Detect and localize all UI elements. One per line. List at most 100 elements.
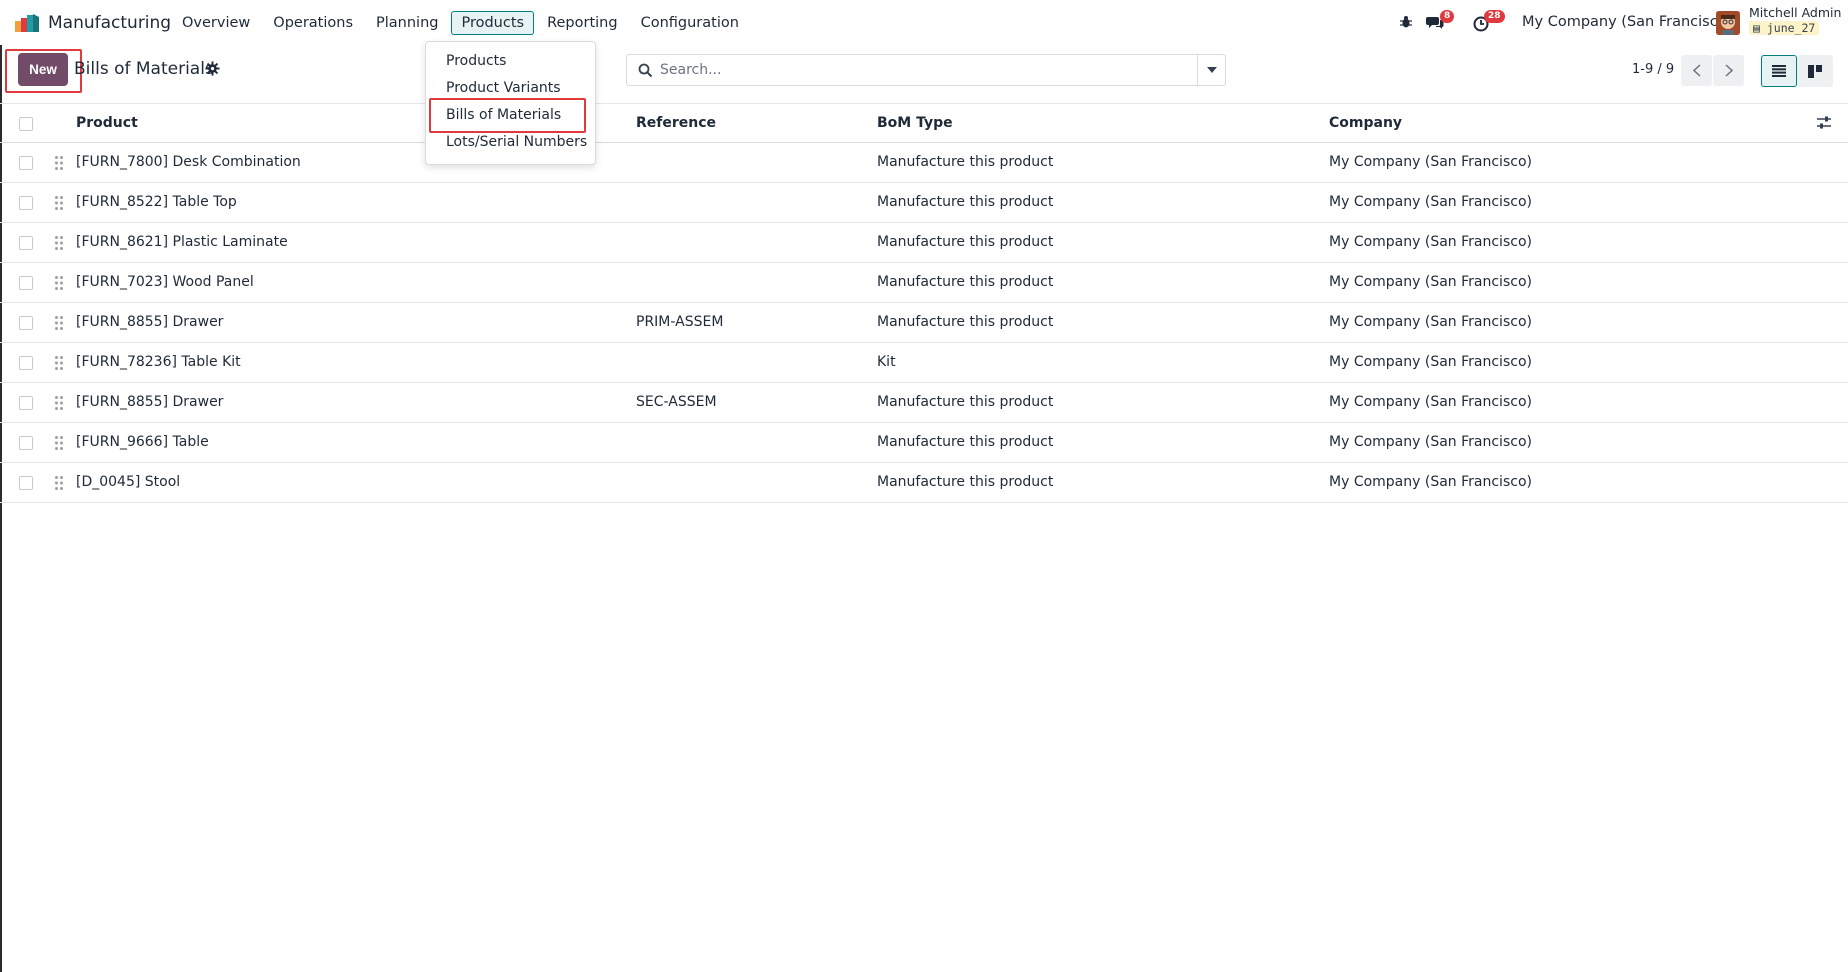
pager-next-button[interactable]: [1713, 55, 1744, 86]
drag-handle-icon[interactable]: [54, 235, 64, 251]
row-checkbox[interactable]: [19, 316, 33, 330]
company-switcher[interactable]: My Company (San Francisco): [1522, 14, 1732, 30]
debug-bug-icon[interactable]: [1399, 15, 1413, 29]
menu-configuration[interactable]: Configuration: [631, 11, 749, 35]
table-row[interactable]: [FURN_9666] Table Manufacture this produ…: [0, 423, 1848, 463]
search-options-toggle[interactable]: [1197, 55, 1225, 85]
activities-count-badge: 28: [1484, 10, 1505, 23]
app-brand[interactable]: Manufacturing: [14, 12, 171, 34]
column-header-company[interactable]: Company: [1329, 115, 1402, 131]
user-avatar[interactable]: [1716, 11, 1740, 35]
pager-previous-button[interactable]: [1681, 55, 1712, 86]
manufacturing-logo-icon: [15, 14, 39, 32]
cell-product: [D_0045] Stool: [76, 474, 181, 490]
column-header-bom-type[interactable]: BoM Type: [877, 115, 953, 131]
cell-bom-type: Manufacture this product: [877, 394, 1054, 410]
list-view-icon: [1772, 65, 1786, 77]
cell-product: [FURN_9666] Table: [76, 434, 209, 450]
search-input[interactable]: [660, 59, 1180, 81]
app-name: Manufacturing: [48, 13, 172, 33]
bom-list: Product Reference BoM Type Company [FURN…: [0, 103, 1848, 503]
user-avatar-icon: [1716, 11, 1740, 35]
cell-product: [FURN_78236] Table Kit: [76, 354, 241, 370]
cell-company: My Company (San Francisco): [1329, 354, 1532, 370]
row-checkbox[interactable]: [19, 436, 33, 450]
search-bar: [626, 54, 1226, 86]
kanban-view-icon: [1808, 64, 1822, 78]
drag-handle-icon[interactable]: [54, 395, 64, 411]
menu-operations[interactable]: Operations: [263, 11, 363, 35]
gear-icon[interactable]: [205, 61, 220, 76]
cell-product: [FURN_8621] Plastic Laminate: [76, 234, 288, 250]
cell-bom-type: Manufacture this product: [877, 234, 1054, 250]
pager-value[interactable]: 1-9 / 9: [1632, 62, 1674, 77]
drag-handle-icon[interactable]: [54, 475, 64, 491]
menu-planning[interactable]: Planning: [366, 11, 448, 35]
column-header-product[interactable]: Product: [76, 115, 138, 131]
chevron-right-icon: [1724, 64, 1733, 77]
row-checkbox[interactable]: [19, 196, 33, 210]
table-row[interactable]: [FURN_7800] Desk Combination Manufacture…: [0, 143, 1848, 183]
search-icon: [638, 63, 653, 78]
drag-handle-icon[interactable]: [54, 315, 64, 331]
drag-handle-icon[interactable]: [54, 435, 64, 451]
column-header-reference[interactable]: Reference: [636, 115, 716, 131]
database-badge: ▤ june_27: [1749, 21, 1820, 35]
user-name[interactable]: Mitchell Admin: [1749, 5, 1841, 20]
drag-handle-icon[interactable]: [54, 155, 64, 171]
cell-reference: PRIM-ASSEM: [636, 314, 724, 330]
row-checkbox[interactable]: [19, 276, 33, 290]
table-row[interactable]: [D_0045] Stool Manufacture this product …: [0, 463, 1848, 503]
cell-company: My Company (San Francisco): [1329, 274, 1532, 290]
cell-reference: SEC-ASSEM: [636, 394, 717, 410]
table-row[interactable]: [FURN_8522] Table Top Manufacture this p…: [0, 183, 1848, 223]
cell-company: My Company (San Francisco): [1329, 154, 1532, 170]
cell-bom-type: Manufacture this product: [877, 314, 1054, 330]
main-menu: Overview Operations Planning Products Re…: [172, 10, 752, 36]
row-checkbox[interactable]: [19, 476, 33, 490]
database-icon: ▤: [1753, 21, 1767, 35]
list-view-button[interactable]: [1761, 55, 1797, 87]
messages-button[interactable]: 8: [1426, 10, 1455, 33]
drag-handle-icon[interactable]: [54, 275, 64, 291]
table-row[interactable]: [FURN_78236] Table Kit Kit My Company (S…: [0, 343, 1848, 383]
table-row[interactable]: [FURN_8855] Drawer SEC-ASSEM Manufacture…: [0, 383, 1848, 423]
top-navbar: Manufacturing Overview Operations Planni…: [0, 0, 1848, 45]
chevron-left-icon: [1692, 64, 1701, 77]
table-row[interactable]: [FURN_8855] Drawer PRIM-ASSEM Manufactur…: [0, 303, 1848, 343]
table-row[interactable]: [FURN_8621] Plastic Laminate Manufacture…: [0, 223, 1848, 263]
activities-button[interactable]: 28: [1473, 10, 1507, 33]
new-button-highlight: [5, 49, 82, 93]
cell-bom-type: Manufacture this product: [877, 474, 1054, 490]
dropdown-item-products[interactable]: Products: [446, 53, 506, 69]
kanban-view-button[interactable]: [1797, 55, 1833, 87]
cell-bom-type: Manufacture this product: [877, 194, 1054, 210]
cell-bom-type: Manufacture this product: [877, 154, 1054, 170]
cell-bom-type: Manufacture this product: [877, 274, 1054, 290]
cell-company: My Company (San Francisco): [1329, 474, 1532, 490]
page-title: Bills of Materials: [74, 59, 214, 79]
table-row[interactable]: [FURN_7023] Wood Panel Manufacture this …: [0, 263, 1848, 303]
dropdown-item-product-variants[interactable]: Product Variants: [446, 80, 561, 96]
menu-overview[interactable]: Overview: [172, 11, 260, 35]
row-checkbox[interactable]: [19, 356, 33, 370]
cell-company: My Company (San Francisco): [1329, 394, 1532, 410]
cell-bom-type: Kit: [877, 354, 896, 370]
menu-reporting[interactable]: Reporting: [537, 11, 628, 35]
cell-company: My Company (San Francisco): [1329, 234, 1532, 250]
cell-product: [FURN_8855] Drawer: [76, 314, 224, 330]
database-name: june_27: [1766, 21, 1816, 35]
drag-handle-icon[interactable]: [54, 195, 64, 211]
row-checkbox[interactable]: [19, 396, 33, 410]
row-checkbox[interactable]: [19, 156, 33, 170]
optional-columns-icon[interactable]: [1816, 115, 1832, 131]
cell-product: [FURN_8522] Table Top: [76, 194, 237, 210]
drag-handle-icon[interactable]: [54, 355, 64, 371]
menu-products[interactable]: Products: [451, 11, 535, 35]
dropdown-item-lots-serial-numbers[interactable]: Lots/Serial Numbers: [446, 134, 587, 150]
select-all-checkbox[interactable]: [19, 117, 33, 131]
row-checkbox[interactable]: [19, 236, 33, 250]
caret-down-icon: [1206, 67, 1217, 73]
bills-of-materials-highlight: [429, 98, 586, 133]
cell-company: My Company (San Francisco): [1329, 314, 1532, 330]
